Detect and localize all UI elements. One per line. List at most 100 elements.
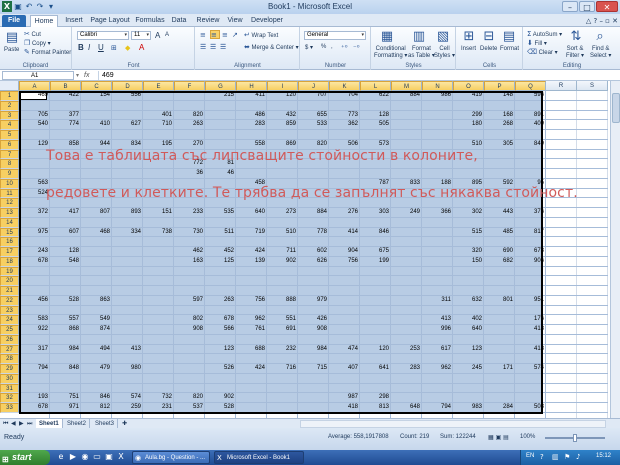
row-header-11[interactable]: 11 (0, 188, 19, 199)
cell-g33[interactable]: 528 (205, 403, 236, 413)
cut-button[interactable]: ✂ Cut (24, 30, 41, 38)
column-header-e[interactable]: E (143, 81, 174, 91)
cell-i27[interactable]: 232 (267, 345, 298, 355)
cell-m29[interactable]: 283 (391, 364, 422, 374)
align-center-icon[interactable]: ☰ (210, 43, 216, 51)
cell-l13[interactable]: 303 (360, 208, 391, 218)
cell-l3[interactable]: 128 (360, 111, 391, 121)
cell-j13[interactable]: 884 (298, 208, 329, 218)
formula-input[interactable]: 469 (98, 71, 618, 80)
cell-k33[interactable]: 418 (329, 403, 360, 413)
cell-p3[interactable]: 168 (484, 111, 515, 121)
cell-n29[interactable]: 962 (422, 364, 453, 374)
cell-e3[interactable]: 401 (143, 111, 174, 121)
bold-button[interactable]: B (78, 43, 84, 52)
excel-quicklaunch-icon[interactable]: X (116, 452, 126, 462)
insert-cells-icon[interactable]: ⊞ (461, 29, 477, 44)
row-header-22[interactable]: 22 (0, 295, 19, 306)
border-icon[interactable]: ⊞ (111, 43, 117, 52)
paste-button[interactable]: Paste (4, 47, 19, 53)
cell-p22[interactable]: 801 (484, 296, 515, 306)
desktop-icon[interactable]: ▣ (104, 452, 114, 462)
cell-a22[interactable]: 456 (19, 296, 50, 306)
column-header-h[interactable]: H (236, 81, 267, 91)
sort-filter-icon[interactable]: ⇅ (568, 29, 584, 44)
cell-j29[interactable]: 715 (298, 364, 329, 374)
cell-q25[interactable]: 418 (515, 325, 546, 335)
align-right-icon[interactable]: ☰ (220, 43, 226, 51)
cell-p1[interactable]: 148 (484, 91, 515, 101)
row-header-30[interactable]: 30 (0, 373, 19, 384)
row-header-23[interactable]: 23 (0, 305, 19, 316)
cell-g22[interactable]: 263 (205, 296, 236, 306)
font-color-icon[interactable]: A (139, 43, 144, 52)
conditional-formatting-button[interactable]: Conditional Formatting ▾ (374, 46, 407, 59)
cell-f9[interactable]: 36 (174, 169, 205, 179)
cell-g9[interactable]: 46 (205, 169, 236, 179)
cell-i15[interactable]: 510 (267, 228, 298, 238)
cell-o4[interactable]: 180 (453, 120, 484, 130)
tab-developer[interactable]: Developer (250, 15, 284, 27)
cell-k18[interactable]: 756 (329, 257, 360, 267)
cell-a33[interactable]: 678 (19, 403, 50, 413)
row-header-18[interactable]: 18 (0, 256, 19, 267)
cell-g24[interactable]: 678 (205, 315, 236, 325)
cell-n13[interactable]: 366 (422, 208, 453, 218)
cell-d32[interactable]: 574 (112, 393, 143, 403)
row-header-29[interactable]: 29 (0, 364, 19, 374)
cell-o15[interactable]: 515 (453, 228, 484, 238)
cell-d15[interactable]: 334 (112, 228, 143, 238)
cell-q27[interactable]: 418 (515, 345, 546, 355)
cell-c29[interactable]: 479 (81, 364, 112, 374)
cell-i13[interactable]: 273 (267, 208, 298, 218)
cell-b3[interactable]: 377 (50, 111, 81, 121)
cell-o25[interactable]: 640 (453, 325, 484, 335)
column-header-o[interactable]: O (453, 81, 484, 91)
cell-f32[interactable]: 820 (174, 393, 205, 403)
cell-k4[interactable]: 362 (329, 120, 360, 130)
cell-q22[interactable]: 951 (515, 296, 546, 306)
cell-f3[interactable]: 820 (174, 111, 205, 121)
zoom-level[interactable]: 100% (520, 434, 535, 440)
merge-center-button[interactable]: ⬌ Merge & Center ▾ (244, 43, 299, 51)
cell-o3[interactable]: 299 (453, 111, 484, 121)
cell-f15[interactable]: 730 (174, 228, 205, 238)
cell-a24[interactable]: 583 (19, 315, 50, 325)
cell-h25[interactable]: 761 (236, 325, 267, 335)
cell-p13[interactable]: 443 (484, 208, 515, 218)
maximize-button[interactable]: □ (579, 1, 595, 12)
cell-i25[interactable]: 691 (267, 325, 298, 335)
cell-d4[interactable]: 627 (112, 120, 143, 130)
cell-o18[interactable]: 150 (453, 257, 484, 267)
view-buttons-icons[interactable]: ▦ ▣ ▤ (488, 434, 509, 441)
row-header-10[interactable]: 10 (0, 178, 19, 189)
paste-icon[interactable]: ▤ (4, 30, 20, 45)
horizontal-scrollbar[interactable] (300, 420, 606, 428)
cell-h24[interactable]: 962 (236, 315, 267, 325)
cell-f22[interactable]: 597 (174, 296, 205, 306)
cell-q3[interactable]: 891 (515, 111, 546, 121)
cell-h3[interactable]: 486 (236, 111, 267, 121)
column-header-a[interactable]: A (19, 81, 50, 91)
row-header-2[interactable]: 2 (0, 100, 19, 111)
cell-i1[interactable]: 120 (267, 91, 298, 101)
align-middle-icon[interactable]: ≡ (210, 30, 220, 39)
select-all-button[interactable] (0, 81, 19, 91)
cell-p15[interactable]: 485 (484, 228, 515, 238)
column-header-l[interactable]: L (360, 81, 391, 91)
cell-g15[interactable]: 511 (205, 228, 236, 238)
cell-j25[interactable]: 908 (298, 325, 329, 335)
decimal-icon[interactable]: ⁺⁰ (341, 44, 348, 52)
row-header-17[interactable]: 17 (0, 247, 19, 257)
cell-a1[interactable]: 469 (19, 91, 50, 101)
column-header-n[interactable]: N (422, 81, 453, 91)
cell-b27[interactable]: 984 (50, 345, 81, 355)
cell-k32[interactable]: 987 (329, 393, 360, 403)
cell-l15[interactable]: 846 (360, 228, 391, 238)
cell-a25[interactable]: 922 (19, 325, 50, 335)
insert-button[interactable]: Insert (461, 46, 476, 52)
column-header-q[interactable]: Q (515, 81, 546, 91)
row-header-3[interactable]: 3 (0, 110, 19, 121)
cell-b1[interactable]: 422 (50, 91, 81, 101)
wrap-text-button[interactable]: ↵ Wrap Text (244, 31, 278, 39)
